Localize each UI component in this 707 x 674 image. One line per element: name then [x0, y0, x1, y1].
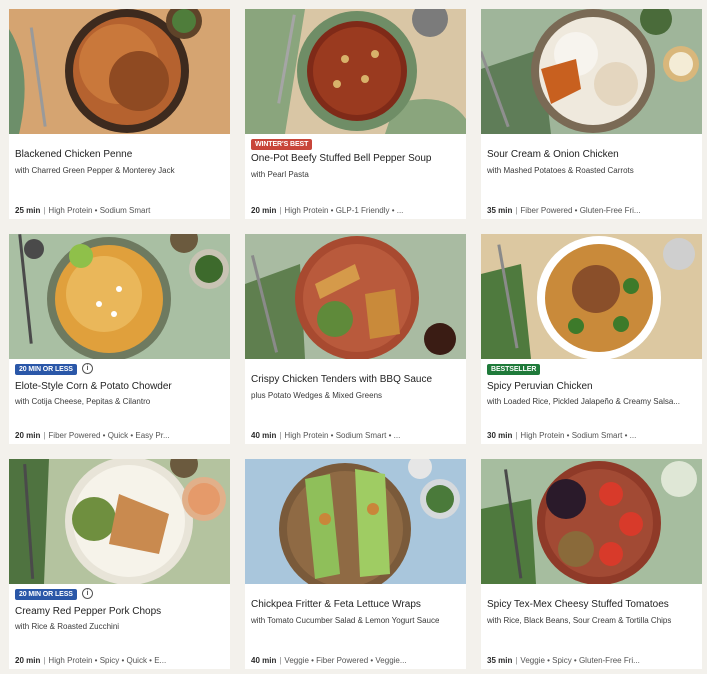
meta-separator: | — [515, 431, 518, 440]
recipe-meta: 20 min | High Protein • GLP-1 Friendly • .… — [251, 205, 460, 216]
recipe-subtitle: with Charred Green Pepper & Monterey Jac… — [15, 166, 175, 175]
meta-separator: | — [43, 431, 46, 440]
meta-separator: | — [515, 206, 518, 215]
meta-separator: | — [43, 206, 46, 215]
recipe-subtitle: plus Potato Wedges & Mixed Greens — [251, 391, 383, 400]
recipe-tags: High Protein • Sodium Smart • ... — [520, 431, 637, 440]
recipe-photo-illustration — [9, 9, 230, 134]
recipe-title[interactable]: Spicy Peruvian Chicken — [487, 380, 593, 393]
recipe-tags: Veggie • Spicy • Gluten-Free Fri... — [520, 656, 640, 665]
meta-separator: | — [515, 656, 518, 665]
prep-time: 40 min — [251, 656, 277, 665]
recipe-photo[interactable] — [245, 234, 466, 359]
recipe-card[interactable]: Blackened Chicken Penne with Charred Gre… — [9, 9, 230, 219]
recipe-meta: 35 min | Fiber Powered • Gluten-Free Fri..… — [487, 205, 696, 216]
recipe-title[interactable]: Creamy Red Pepper Pork Chops — [15, 605, 161, 618]
prep-time: 35 min — [487, 206, 513, 215]
recipe-meta: 40 min | Veggie • Fiber Powered • Veggie..… — [251, 655, 460, 666]
recipe-photo[interactable] — [481, 9, 702, 134]
recipe-tags: High Protein • Spicy • Quick • E... — [48, 656, 167, 665]
recipe-card[interactable]: 20 MIN OR LESS i Elote-Style Corn & Pota… — [9, 234, 230, 444]
recipe-title[interactable]: Elote-Style Corn & Potato Chowder — [15, 380, 172, 393]
recipe-photo-illustration — [481, 9, 702, 134]
recipe-photo-illustration — [9, 234, 230, 359]
recipe-title[interactable]: Crispy Chicken Tenders with BBQ Sauce — [251, 373, 432, 386]
recipe-meta: 25 min | High Protein • Sodium Smart — [15, 205, 224, 216]
prep-time: 20 min — [15, 431, 41, 440]
recipe-title[interactable]: Spicy Tex-Mex Cheesy Stuffed Tomatoes — [487, 598, 669, 611]
prep-time: 20 min — [15, 656, 41, 665]
recipe-photo[interactable] — [481, 459, 702, 584]
20-min-or-less-badge: 20 MIN OR LESS — [15, 364, 77, 375]
recipe-title[interactable]: Sour Cream & Onion Chicken — [487, 148, 619, 161]
recipe-meta: 40 min | High Protein • Sodium Smart • ... — [251, 430, 460, 441]
recipe-title[interactable]: One-Pot Beefy Stuffed Bell Pepper Soup — [251, 152, 432, 165]
recipe-subtitle: with Pearl Pasta — [251, 170, 309, 179]
recipe-photo-illustration — [481, 234, 702, 359]
recipe-subtitle: with Mashed Potatoes & Roasted Carrots — [487, 166, 634, 175]
recipe-title[interactable]: Blackened Chicken Penne — [15, 148, 132, 161]
recipe-card[interactable]: WINTER'S BEST One-Pot Beefy Stuffed Bell… — [245, 9, 466, 219]
recipe-subtitle: with Loaded Rice, Pickled Jalapeño & Cre… — [487, 397, 680, 406]
winters-best-badge: WINTER'S BEST — [251, 139, 313, 150]
bestseller-badge: BESTSELLER — [487, 364, 541, 375]
recipe-card[interactable]: Sour Cream & Onion Chicken with Mashed P… — [481, 9, 702, 219]
info-icon[interactable]: i — [82, 588, 93, 599]
prep-time: 20 min — [251, 206, 277, 215]
meta-separator: | — [279, 656, 282, 665]
recipe-meta: 20 min | High Protein • Spicy • Quick • E.… — [15, 655, 224, 666]
meta-separator: | — [279, 431, 282, 440]
recipe-card[interactable]: Crispy Chicken Tenders with BBQ Sauce pl… — [245, 234, 466, 444]
recipe-meta: 20 min | Fiber Powered • Quick • Easy Pr..… — [15, 430, 224, 441]
recipe-photo[interactable] — [245, 9, 466, 134]
recipe-card[interactable]: Chickpea Fritter & Feta Lettuce Wraps wi… — [245, 459, 466, 669]
recipe-photo[interactable] — [481, 234, 702, 359]
recipe-photo-illustration — [245, 234, 466, 359]
recipe-photo[interactable] — [9, 459, 230, 584]
recipe-subtitle: with Cotija Cheese, Pepitas & Cilantro — [15, 397, 151, 406]
recipe-photo[interactable] — [9, 234, 230, 359]
prep-time: 35 min — [487, 656, 513, 665]
recipe-grid: Blackened Chicken Penne with Charred Gre… — [9, 9, 702, 669]
recipe-photo[interactable] — [245, 459, 466, 584]
recipe-photo-illustration — [481, 459, 702, 584]
recipe-card[interactable]: BESTSELLER Spicy Peruvian Chicken with L… — [481, 234, 702, 444]
recipe-title[interactable]: Chickpea Fritter & Feta Lettuce Wraps — [251, 598, 421, 611]
recipe-tags: Veggie • Fiber Powered • Veggie... — [284, 656, 407, 665]
recipe-meta: 35 min | Veggie • Spicy • Gluten-Free Fri.… — [487, 655, 696, 666]
recipe-meta: 30 min | High Protein • Sodium Smart • ... — [487, 430, 696, 441]
recipe-tags: High Protein • GLP-1 Friendly • ... — [284, 206, 404, 215]
prep-time: 30 min — [487, 431, 513, 440]
recipe-subtitle: with Rice & Roasted Zucchini — [15, 622, 120, 631]
recipe-tags: High Protein • Sodium Smart — [48, 206, 151, 215]
recipe-subtitle: with Rice, Black Beans, Sour Cream & Tor… — [487, 616, 672, 625]
recipe-photo[interactable] — [9, 9, 230, 134]
recipe-tags: Fiber Powered • Quick • Easy Pr... — [48, 431, 170, 440]
meta-separator: | — [279, 206, 282, 215]
recipe-subtitle: with Tomato Cucumber Salad & Lemon Yogur… — [251, 616, 440, 625]
recipe-card[interactable]: Spicy Tex-Mex Cheesy Stuffed Tomatoes wi… — [481, 459, 702, 669]
20-min-or-less-badge: 20 MIN OR LESS — [15, 589, 77, 600]
recipe-card[interactable]: 20 MIN OR LESS i Creamy Red Pepper Pork … — [9, 459, 230, 669]
recipe-photo-illustration — [245, 459, 466, 584]
info-icon[interactable]: i — [82, 363, 93, 374]
recipe-tags: High Protein • Sodium Smart • ... — [284, 431, 401, 440]
meta-separator: | — [43, 656, 46, 665]
recipe-tags: Fiber Powered • Gluten-Free Fri... — [520, 206, 641, 215]
recipe-photo-illustration — [245, 9, 466, 134]
prep-time: 25 min — [15, 206, 41, 215]
prep-time: 40 min — [251, 431, 277, 440]
recipe-photo-illustration — [9, 459, 230, 584]
